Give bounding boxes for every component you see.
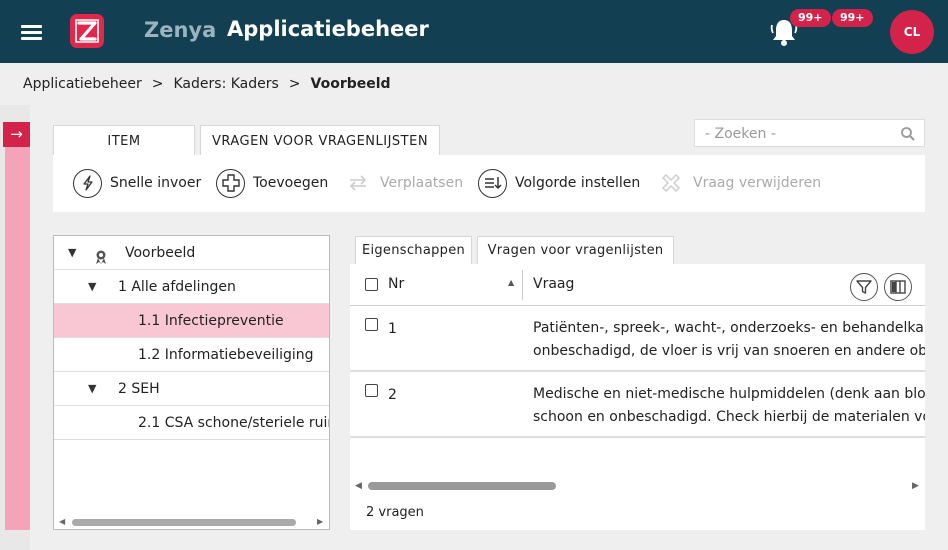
collapse-triangle-icon[interactable]: ▼: [68, 236, 76, 269]
snelle-invoer-label: Snelle invoer: [110, 175, 202, 191]
hamburger-menu-icon[interactable]: [21, 23, 43, 41]
toevoegen-button[interactable]: Toevoegen: [216, 167, 328, 199]
breadcrumb-item-current: Voorbeeld: [310, 76, 391, 92]
tree-item-infectiepreventie[interactable]: 1.1 Infectiepreventie: [54, 304, 329, 338]
search-icon[interactable]: [900, 126, 916, 142]
vraag-verwijderen-label: Vraag verwijderen: [693, 175, 822, 191]
scroll-right-arrow-icon[interactable]: ▶: [317, 515, 323, 529]
zenya-logo: [70, 14, 104, 48]
delete-x-icon: [656, 169, 685, 198]
row-number: 2: [388, 387, 397, 403]
grid-horizontal-scrollbar[interactable]: ◀ ▶: [350, 479, 925, 493]
page-title: Applicatiebeheer: [227, 17, 429, 41]
tree-item-alle-afdelingen[interactable]: ▼ 1 Alle afdelingen: [54, 270, 329, 304]
search-input[interactable]: [705, 124, 895, 144]
tree-item-voorbeeld[interactable]: ▼ Voorbeeld: [54, 236, 329, 270]
vraag-verwijderen-button[interactable]: Vraag verwijderen: [656, 167, 821, 199]
tree-item-label: 2.1 CSA schone/steriele ruim: [138, 415, 329, 431]
tree-panel: ▼ Voorbeeld ▼ 1 Alle afdelingen 1.1 Infe…: [53, 235, 330, 530]
verplaatsen-label: Verplaatsen: [380, 175, 464, 191]
collapse-triangle-icon[interactable]: ▼: [88, 270, 96, 303]
move-arrows-icon: [343, 169, 372, 198]
table-row[interactable]: 1 Patiënten-, spreek-, wacht-, onderzoek…: [350, 306, 925, 372]
scroll-left-arrow-icon[interactable]: ◀: [59, 515, 65, 529]
breadcrumb-item-kaders[interactable]: Kaders: Kaders: [174, 76, 279, 92]
verplaatsen-button[interactable]: Verplaatsen: [343, 167, 463, 199]
avatar[interactable]: CL: [890, 10, 934, 54]
side-panel-strip: [5, 122, 30, 530]
tree-item-label: 1.2 Informatiebeveiliging: [138, 347, 314, 363]
row-question-line: onbeschadigd, de vloer is vrij van snoer…: [533, 343, 925, 359]
column-divider[interactable]: [522, 270, 523, 300]
sort-ascending-icon[interactable]: ▲: [508, 278, 514, 287]
brand-name: Zenya: [144, 18, 217, 42]
breadcrumb: Applicatiebeheer > Kaders: Kaders > Voorbeel…: [23, 76, 391, 92]
breadcrumb-separator: >: [151, 76, 164, 92]
reorder-icon: [478, 168, 507, 198]
questions-grid: Nr ▲ Vraag 1 Patiënten-, spreek-, wacht-…: [350, 264, 925, 530]
lightning-icon: [73, 168, 102, 198]
tree-item-informatiebeveiliging[interactable]: 1.2 Informatiebeveiliging: [54, 338, 329, 372]
search-box: [694, 119, 925, 147]
row-number: 1: [388, 321, 397, 337]
volgorde-instellen-label: Volgorde instellen: [515, 175, 641, 191]
notification-badge[interactable]: 99+: [790, 9, 831, 27]
row-checkbox[interactable]: [365, 384, 378, 397]
tab-eigenschappen[interactable]: Eigenschappen: [355, 236, 472, 264]
breadcrumb-separator: >: [288, 76, 301, 92]
tree-item-label: 1.1 Infectiepreventie: [138, 313, 284, 329]
row-question-line: schoon en onbeschadigd. Check hierbij de…: [533, 409, 925, 425]
scroll-right-arrow-icon[interactable]: ▶: [912, 479, 919, 493]
column-header-nr[interactable]: Nr: [388, 276, 404, 292]
filter-icon[interactable]: [850, 273, 878, 301]
toolbar: Snelle invoer Toevoegen Verplaatsen Volg…: [53, 155, 925, 212]
toevoegen-label: Toevoegen: [253, 175, 329, 191]
tree-item-label: 1 Alle afdelingen: [118, 279, 236, 295]
scroll-left-arrow-icon[interactable]: ◀: [355, 479, 362, 493]
grid-header: Nr ▲ Vraag: [350, 264, 925, 306]
tab-item[interactable]: ITEM: [53, 125, 195, 156]
collapse-triangle-icon[interactable]: ▼: [88, 372, 96, 405]
volgorde-instellen-button[interactable]: Volgorde instellen: [478, 167, 640, 199]
tab-vragen-voor-vragenlijsten[interactable]: VRAGEN VOOR VRAGENLIJSTEN: [200, 125, 440, 156]
tree-horizontal-scrollbar[interactable]: ◀ ▶: [54, 515, 329, 529]
tree-item-label: 2 SEH: [118, 381, 160, 397]
row-question-line: Patiënten-, spreek-, wacht-, onderzoeks-…: [533, 320, 925, 336]
tree-item-csa-schone-steriele-ruimte[interactable]: 2.1 CSA schone/steriele ruim: [54, 406, 329, 440]
select-all-checkbox[interactable]: [365, 278, 378, 291]
rosette-icon: [94, 244, 110, 264]
message-badge[interactable]: 99+: [832, 9, 873, 27]
scrollbar-thumb[interactable]: [72, 519, 296, 526]
row-question-line: Medische en niet-medische hulpmiddelen (…: [533, 386, 925, 402]
column-header-vraag[interactable]: Vraag: [533, 276, 574, 292]
scrollbar-thumb[interactable]: [368, 482, 556, 490]
snelle-invoer-button[interactable]: Snelle invoer: [73, 167, 201, 199]
row-question-text: Medische en niet-medische hulpmiddelen (…: [533, 383, 925, 429]
top-bar: Zenya Applicatiebeheer 99+ 99+ CL: [0, 0, 948, 63]
row-checkbox[interactable]: [365, 318, 378, 331]
plus-icon: [216, 168, 245, 198]
tree-item-label: Voorbeeld: [125, 245, 196, 261]
row-question-text: Patiënten-, spreek-, wacht-, onderzoeks-…: [533, 317, 925, 363]
column-chooser-icon[interactable]: [884, 273, 912, 301]
breadcrumb-item-applicatiebeheer[interactable]: Applicatiebeheer: [23, 76, 142, 92]
tab-vragen-voor-vragenlijsten-detail[interactable]: Vragen voor vragenlijsten: [477, 236, 674, 264]
question-count: 2 vragen: [366, 505, 424, 520]
tree-item-seh[interactable]: ▼ 2 SEH: [54, 372, 329, 406]
table-row[interactable]: 2 Medische en niet-medische hulpmiddelen…: [350, 372, 925, 438]
expand-arrow-icon[interactable]: →: [3, 122, 30, 147]
